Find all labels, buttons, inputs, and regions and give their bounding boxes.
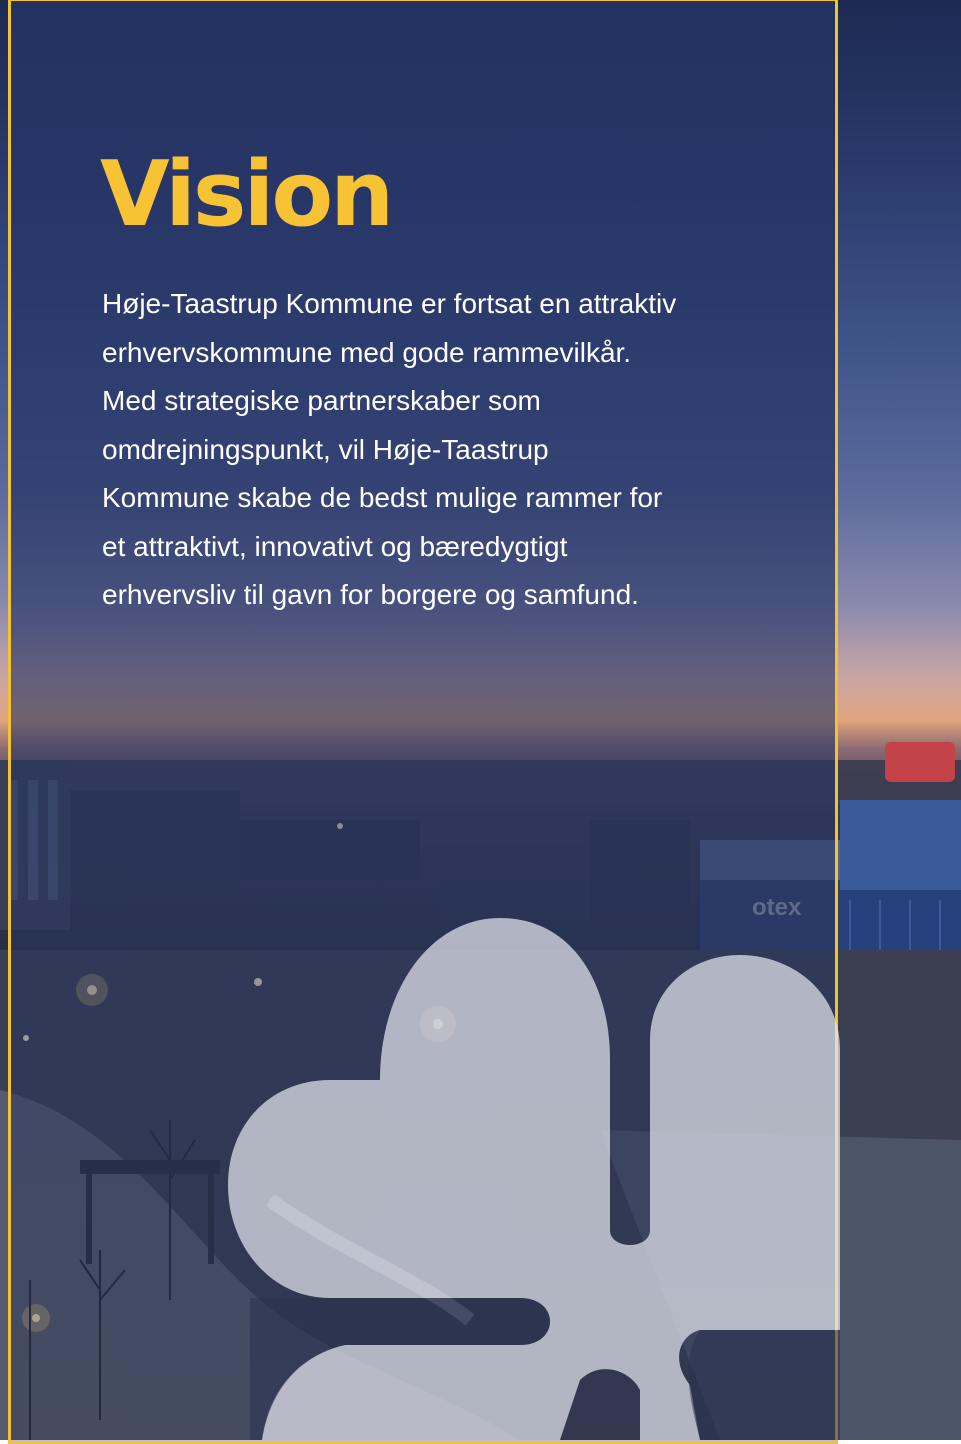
kommune-logo-icon (228, 918, 840, 1440)
